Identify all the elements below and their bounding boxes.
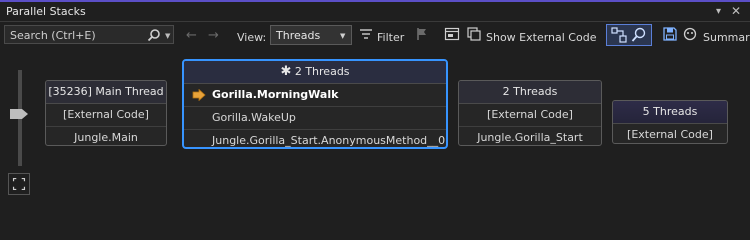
node-header: ✱ 2 Threads (184, 61, 446, 84)
show-external-code-label[interactable]: Show External Code (486, 31, 596, 44)
stack-frame[interactable]: Gorilla.WakeUp (184, 107, 446, 130)
tool-window-titlebar: Parallel Stacks ▾ ✕ (0, 2, 750, 22)
filter-icon[interactable] (358, 26, 374, 42)
view-label: View: (237, 31, 267, 44)
show-external-code-icon[interactable] (466, 26, 482, 42)
forward-arrow-icon[interactable]: → (208, 28, 219, 43)
node-header: 2 Threads (459, 81, 601, 104)
view-toggle-group (606, 24, 652, 46)
view-select-value: Threads (276, 29, 321, 42)
view-select-chevron-icon: ▼ (340, 32, 346, 40)
stacks-canvas[interactable]: [35236] Main Thread [External Code] Jung… (0, 50, 750, 211)
stack-frame[interactable]: [External Code] (459, 104, 601, 127)
window-options-chevron-icon[interactable]: ▾ (716, 6, 721, 17)
back-arrow-icon[interactable]: ← (186, 28, 197, 43)
stack-frame-label: Gorilla.MorningWalk (212, 88, 339, 101)
stack-node-2-threads-selected[interactable]: ✱ 2 Threads Gorilla.MorningWalk Gorilla.… (182, 59, 448, 149)
search-input[interactable]: Search (Ctrl+E) (10, 29, 96, 42)
stack-frame-active[interactable]: Gorilla.MorningWalk (184, 84, 446, 107)
zoom-search-icon[interactable] (631, 27, 647, 43)
stack-node-main-thread[interactable]: [35236] Main Thread [External Code] Jung… (45, 80, 167, 146)
stack-frame[interactable]: [External Code] (613, 124, 727, 143)
stack-frame[interactable]: [External Code] (46, 104, 166, 127)
stack-node-5-threads[interactable]: 5 Threads [External Code] (612, 100, 728, 144)
toolbar: Search (Ctrl+E) ▼ ← → View: Threads ▼ Fi… (0, 22, 750, 50)
window-title: Parallel Stacks (6, 5, 86, 18)
summary-label[interactable]: Summar (703, 31, 750, 44)
zoom-fit-icon[interactable] (8, 173, 30, 195)
view-select[interactable]: Threads ▼ (270, 25, 352, 45)
zoom-slider-thumb[interactable] (8, 108, 30, 120)
search-icon[interactable] (147, 28, 161, 42)
save-icon[interactable] (662, 26, 678, 42)
current-thread-marker-icon: ✱ (280, 64, 292, 79)
stack-graph-icon[interactable] (611, 27, 627, 43)
node-header-label: 2 Threads (294, 65, 350, 78)
close-icon[interactable]: ✕ (731, 4, 741, 18)
stack-frame[interactable]: Jungle.Gorilla_Start.AnonymousMethod__0 (184, 130, 446, 147)
current-frame-arrow-icon (192, 89, 206, 101)
stack-node-2-threads[interactable]: 2 Threads [External Code] Jungle.Gorilla… (458, 80, 602, 146)
node-header: 5 Threads (613, 101, 727, 124)
stack-frame[interactable]: Jungle.Gorilla_Start (459, 127, 601, 145)
node-header: [35236] Main Thread (46, 81, 166, 104)
search-box[interactable]: Search (Ctrl+E) ▼ (4, 25, 174, 44)
summary-icon[interactable] (682, 26, 698, 42)
method-view-icon[interactable] (444, 26, 460, 42)
search-options-chevron-icon[interactable]: ▼ (165, 32, 170, 40)
flag-icon[interactable] (414, 26, 430, 42)
stack-frame[interactable]: Jungle.Main (46, 127, 166, 145)
filter-label[interactable]: Filter (377, 31, 404, 44)
